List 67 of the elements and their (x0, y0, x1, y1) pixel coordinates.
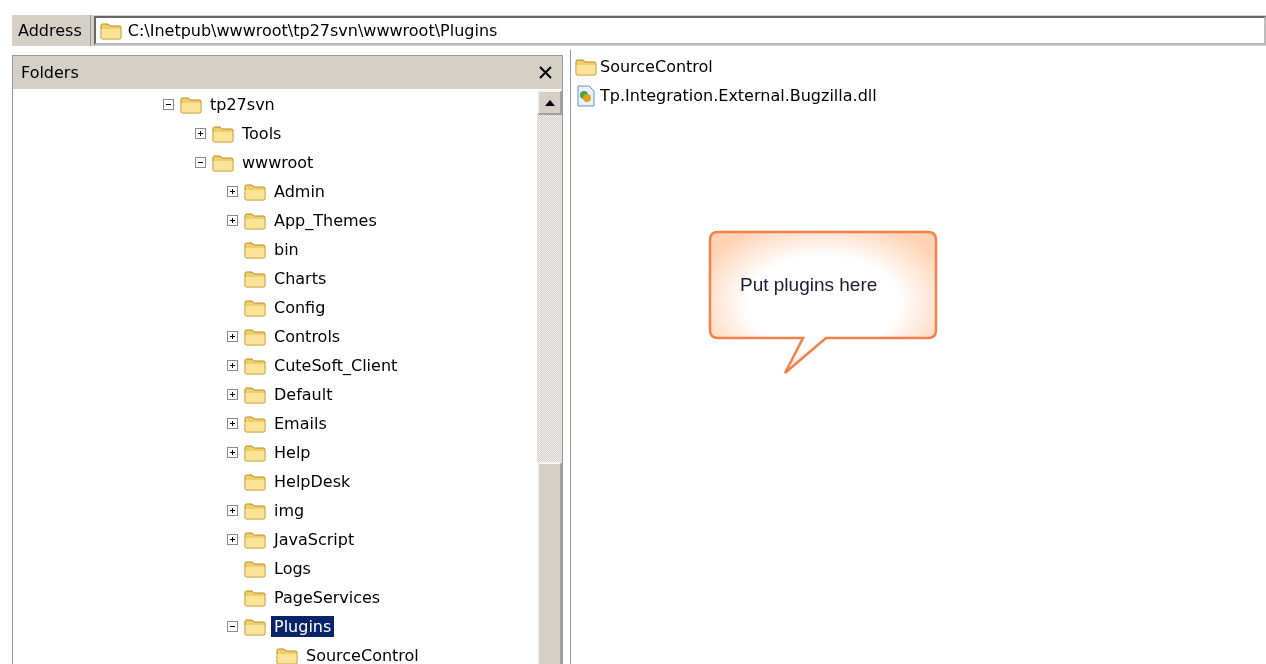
folder-label[interactable]: tp27svn (207, 94, 278, 115)
collapse-icon[interactable] (226, 621, 238, 632)
folder-label[interactable]: Plugins (271, 616, 335, 637)
folder-label[interactable]: SourceControl (303, 645, 422, 664)
folder-icon (244, 327, 266, 346)
folder-label[interactable]: App_Themes (271, 210, 380, 231)
folder-icon (180, 95, 202, 114)
callout-text: Put plugins here (740, 274, 878, 296)
folder-icon (244, 443, 266, 462)
pane-title: Folders (21, 63, 79, 82)
file-icon (575, 84, 597, 107)
expand-icon[interactable] (226, 186, 238, 197)
folder-label[interactable]: bin (271, 239, 302, 260)
folder-label[interactable]: Admin (271, 181, 328, 202)
folder-icon (244, 414, 266, 433)
expand-icon[interactable] (226, 389, 238, 400)
folder-label[interactable]: img (271, 500, 308, 521)
scroll-up-button[interactable] (537, 90, 562, 115)
folder-label[interactable]: JavaScript (271, 529, 358, 550)
folder-icon (244, 501, 266, 520)
address-field[interactable]: C:\Inetpub\wwwroot\tp27svn\wwwroot\Plugins (93, 16, 1266, 45)
collapse-icon[interactable] (194, 157, 206, 168)
folder-label[interactable]: PageServices (271, 587, 384, 608)
folder-icon (244, 588, 266, 607)
expand-icon[interactable] (226, 418, 238, 429)
scrollbar[interactable] (537, 90, 562, 664)
file-name[interactable]: SourceControl (600, 57, 713, 76)
expand-icon[interactable] (194, 128, 206, 139)
scroll-thumb[interactable] (537, 462, 562, 664)
expand-icon[interactable] (226, 447, 238, 458)
folder-icon (212, 124, 234, 143)
expand-icon[interactable] (226, 360, 238, 371)
folder-icon (244, 182, 266, 201)
folder-icon (244, 559, 266, 578)
folder-label[interactable]: Default (271, 384, 336, 405)
folder-label[interactable]: wwwroot (239, 152, 317, 173)
folder-label[interactable]: HelpDesk (271, 471, 354, 492)
folder-icon (276, 646, 298, 664)
folder-label[interactable]: Tools (239, 123, 285, 144)
folder-icon (244, 298, 266, 317)
folder-icon (244, 385, 266, 404)
collapse-icon[interactable] (162, 99, 174, 110)
expand-icon[interactable] (226, 331, 238, 342)
folder-icon (244, 211, 266, 230)
folder-label[interactable]: Emails (271, 413, 330, 434)
expand-icon[interactable] (226, 534, 238, 545)
folder-label[interactable]: Controls (271, 326, 344, 347)
folder-label[interactable]: Charts (271, 268, 330, 289)
folder-icon (244, 617, 266, 636)
folder-icon (212, 153, 234, 172)
folder-label[interactable]: Config (271, 297, 329, 318)
address-label: Address (12, 15, 91, 46)
folder-label[interactable]: CuteSoft_Client (271, 355, 401, 376)
folder-label[interactable]: Help (271, 442, 314, 463)
folder-icon (244, 356, 266, 375)
expand-icon[interactable] (226, 215, 238, 226)
folder-icon (244, 240, 266, 259)
folder-icon (244, 269, 266, 288)
expand-icon[interactable] (226, 505, 238, 516)
file-name[interactable]: Tp.Integration.External.Bugzilla.dll (600, 86, 877, 105)
folder-label[interactable]: Logs (271, 558, 314, 579)
folder-icon (244, 530, 266, 549)
folder-icon (575, 57, 597, 76)
folder-icon (99, 21, 122, 40)
folder-icon (244, 472, 266, 491)
close-icon[interactable] (539, 66, 552, 79)
up-arrow-icon (544, 99, 555, 106)
